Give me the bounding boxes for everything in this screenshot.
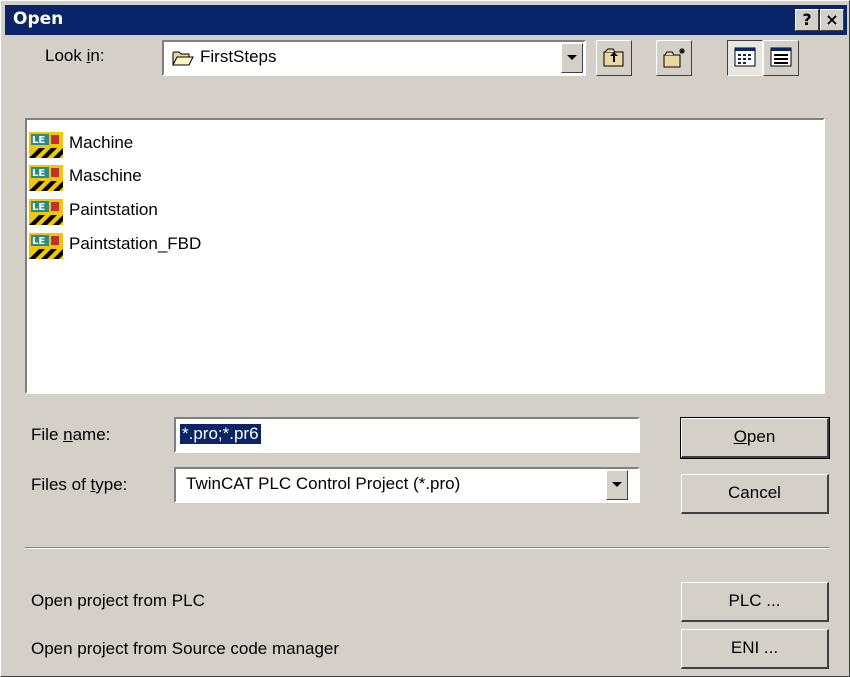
look-in-dropdown-button[interactable] [561, 43, 583, 73]
look-in-combo[interactable]: FirstSteps [162, 40, 586, 76]
plc-button[interactable]: PLC ... [681, 582, 829, 622]
file-name: Machine [69, 133, 134, 152]
separator [25, 547, 829, 549]
file-name-label: File name: [31, 425, 111, 444]
list-view-icon [734, 47, 756, 67]
open-from-plc-label: Open project from PLC [31, 591, 205, 610]
details-view-icon [770, 47, 792, 67]
list-view-button[interactable] [727, 40, 763, 76]
new-folder-icon [663, 48, 685, 68]
up-one-level-button[interactable] [596, 40, 632, 76]
cancel-button[interactable]: Cancel [681, 474, 829, 514]
files-of-type-dropdown-button[interactable] [606, 470, 628, 500]
dialog-title: Open [13, 9, 64, 29]
twincat-project-icon: LE [29, 233, 63, 259]
file-list[interactable]: LE Machine LE Maschine LE Paintstation L… [25, 118, 825, 394]
file-name-value: *.pro;*.pr6 [179, 423, 262, 445]
svg-text:LE: LE [32, 236, 45, 247]
svg-text:LE: LE [32, 202, 45, 213]
twincat-project-icon: LE [29, 199, 63, 225]
help-button[interactable]: ? [795, 9, 819, 31]
title-bar[interactable]: Open ? × [5, 5, 847, 35]
up-folder-icon [603, 48, 624, 67]
file-name: Paintstation [69, 200, 158, 219]
twincat-project-icon: LE [29, 165, 63, 191]
open-from-scm-label: Open project from Source code manager [31, 639, 340, 658]
eni-button[interactable]: ENI ... [681, 629, 829, 669]
file-name-input[interactable]: *.pro;*.pr6 [174, 417, 640, 453]
look-in-value: FirstSteps [200, 47, 277, 66]
close-button[interactable]: × [820, 9, 844, 31]
folder-icon [172, 51, 194, 66]
svg-text:LE: LE [32, 168, 45, 179]
files-of-type-label: Files of type: [31, 475, 128, 494]
file-name: Paintstation_FBD [69, 234, 202, 253]
details-view-button[interactable] [763, 40, 799, 76]
twincat-project-icon: LE [29, 132, 63, 158]
files-of-type-value: TwinCAT PLC Control Project (*.pro) [186, 474, 461, 493]
new-folder-button[interactable] [656, 40, 692, 76]
files-of-type-combo[interactable]: TwinCAT PLC Control Project (*.pro) [174, 467, 640, 503]
open-button[interactable]: Open [680, 417, 830, 459]
look-in-label: Look in: [45, 46, 105, 65]
file-name: Maschine [69, 166, 142, 185]
svg-text:LE: LE [32, 135, 45, 146]
open-dialog: Open ? × Look in: FirstSteps LE Machine … [0, 0, 850, 677]
